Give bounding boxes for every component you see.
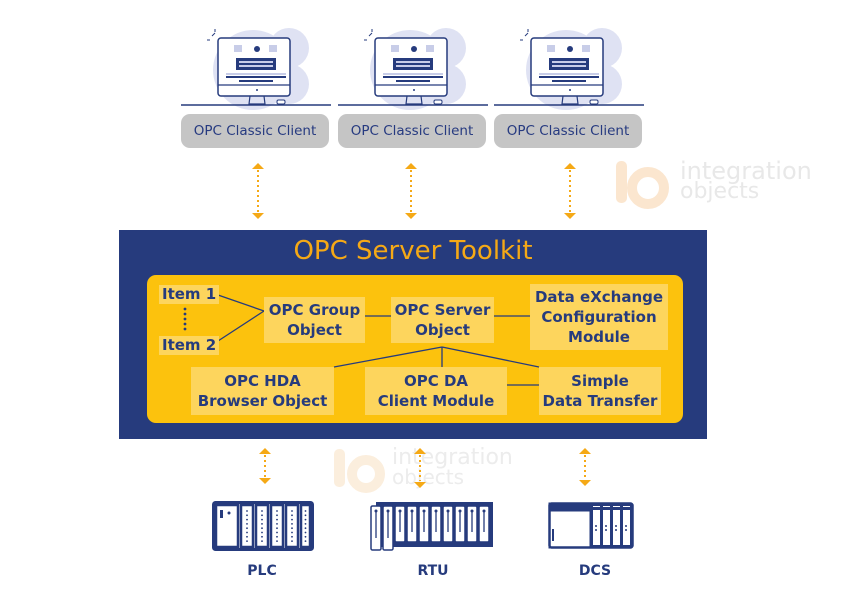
rtu-icon	[370, 502, 493, 551]
desktop-computer-icon	[494, 28, 644, 110]
watermark-logo-top: integration objects	[612, 155, 822, 210]
desktop-computer-icon	[181, 28, 331, 110]
plc-led-dot	[291, 527, 293, 530]
bidirectional-arrow-icon	[414, 448, 426, 488]
opc-da-client-module-box: OPC DA Client Module	[365, 367, 507, 415]
plc-led-dot	[291, 531, 293, 534]
watermark-text-line2: objects	[680, 179, 760, 204]
bidirectional-arrow-icon	[252, 163, 264, 219]
rtu-card	[406, 505, 418, 543]
client-label-text: OPC Classic Client	[506, 123, 630, 139]
plc-led-dot	[304, 540, 307, 542]
plc-led-dot	[246, 510, 248, 512]
bidirectional-arrow-icon	[579, 448, 591, 486]
plc-led-dot	[291, 510, 293, 512]
box-line: Browser Object	[197, 392, 328, 410]
toolkit-title: OPC Server Toolkit	[293, 236, 533, 266]
box-line: OPC HDA	[224, 372, 301, 390]
plc-led-dot	[304, 510, 307, 512]
box-line: OPC Server	[394, 301, 491, 319]
dcs-icon	[548, 502, 634, 549]
box-line: Module	[568, 328, 630, 346]
box-line: OPC DA	[403, 372, 469, 390]
opc-server-toolkit: OPC Server Toolkit Item 1 Item 2 OPC Gro…	[119, 230, 707, 439]
plc-icon	[212, 501, 314, 551]
plc-led-dot	[261, 523, 263, 525]
plc-led-dot	[246, 527, 248, 530]
rtu-card	[430, 505, 442, 543]
bidirectional-arrow-icon	[259, 448, 271, 484]
client-label-2: OPC Classic Client	[338, 114, 486, 148]
plc-led-dot	[291, 523, 293, 525]
plc-led-dot	[246, 535, 248, 538]
plc-led-dot	[304, 523, 307, 525]
plc-led-dot	[276, 510, 278, 512]
plc-led-dot	[246, 540, 248, 542]
plc-led-dot	[246, 518, 248, 521]
rtu-card	[394, 505, 406, 543]
opc-group-object-box: OPC Group Object	[264, 297, 365, 343]
client-label-text: OPC Classic Client	[350, 123, 474, 139]
plc-led-dot	[261, 510, 263, 512]
simple-data-transfer-box: Simple Data Transfer	[539, 367, 661, 415]
plc-led-dot	[291, 514, 293, 517]
plc-led-dot	[261, 518, 263, 521]
client-label-3: OPC Classic Client	[494, 114, 642, 148]
item-1-label: Item 1	[159, 285, 220, 304]
rtu-card	[454, 505, 466, 543]
plc-led-dot	[304, 514, 307, 517]
client-label-1: OPC Classic Client	[181, 114, 329, 148]
plc-led-dot	[246, 523, 248, 525]
plc-led-dot	[304, 531, 307, 534]
device-label-rtu: RTU	[417, 563, 449, 579]
box-line: Data eXchange	[534, 288, 664, 306]
plc-led-dot	[276, 531, 278, 534]
plc-led-dot	[276, 527, 278, 530]
box-line: Configuration	[541, 308, 657, 326]
plc-led-dot	[304, 535, 307, 538]
plc-led-dot	[261, 527, 263, 530]
plc-led-dot	[261, 531, 263, 534]
plc-led-dot	[246, 531, 248, 534]
rtu-card	[370, 505, 382, 551]
box-line: OPC Group	[268, 301, 361, 319]
plc-led-dot	[276, 535, 278, 538]
item-2-label: Item 2	[159, 336, 220, 355]
plc-led-dot	[261, 514, 263, 517]
rtu-card	[442, 505, 454, 543]
opc-server-object-box: OPC Server Object	[391, 297, 494, 343]
plc-led-dot	[246, 514, 248, 517]
plc-led-dot	[291, 535, 293, 538]
rtu-card	[418, 505, 430, 543]
plc-led-dot	[276, 523, 278, 525]
device-label-dcs: DCS	[578, 563, 612, 579]
plc-led-dot	[276, 514, 278, 517]
rtu-card	[478, 505, 490, 543]
watermark-text-line2: objects	[392, 465, 465, 489]
box-line: Object	[287, 321, 342, 339]
box-line: Object	[415, 321, 470, 339]
plc-led-dot	[291, 518, 293, 521]
box-line: Simple	[571, 372, 629, 390]
rtu-card	[382, 505, 394, 551]
opc-hda-browser-object-box: OPC HDA Browser Object	[191, 367, 334, 415]
rtu-card	[466, 505, 478, 543]
box-line: Data Transfer	[542, 392, 658, 410]
toolkit-inner-panel: Item 1 Item 2 OPC Group Object OPC Serve…	[147, 275, 683, 423]
plc-led-dot	[276, 540, 278, 542]
watermark-logo-bottom: integration objects	[330, 443, 540, 498]
plc-led-dot	[304, 518, 307, 521]
client-label-text: OPC Classic Client	[193, 123, 317, 139]
plc-led-dot	[261, 535, 263, 538]
data-exchange-config-module-box: Data eXchange Configuration Module	[530, 284, 668, 350]
plc-led-dot	[291, 540, 293, 542]
box-line: Client Module	[377, 392, 495, 410]
plc-led-dot	[261, 540, 263, 542]
device-label-plc: PLC	[247, 563, 277, 579]
plc-led-dot	[276, 518, 278, 521]
plc-led-dot	[304, 527, 307, 530]
bidirectional-arrow-icon	[405, 163, 417, 219]
desktop-computer-icon	[338, 28, 488, 110]
bidirectional-arrow-icon	[564, 163, 576, 219]
